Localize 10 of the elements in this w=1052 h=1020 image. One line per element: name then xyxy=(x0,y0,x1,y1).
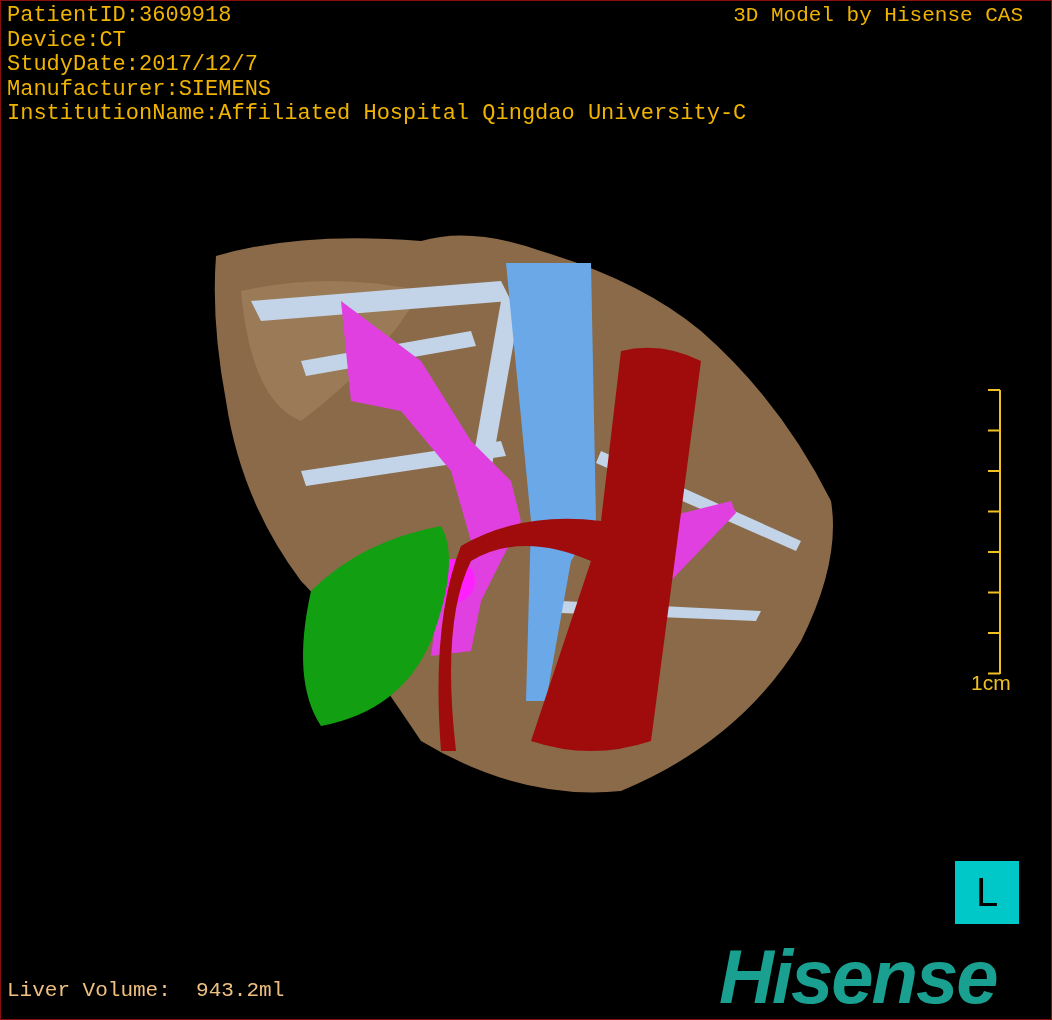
patient-info-text: StudyDate:2017/12/7 xyxy=(7,53,258,78)
model-title: 3D Model by Hisense CAS xyxy=(733,4,1023,28)
patient-info-text: Manufacturer:SIEMENS xyxy=(7,77,272,102)
logo: Hisense xyxy=(719,937,997,1017)
patient-info-text: PatientID:3609918 xyxy=(7,4,232,29)
orientation-marker: L xyxy=(955,861,1019,924)
liver-volume-text: Liver Volume: 943.2ml xyxy=(7,979,285,1002)
patient-info-text: InstitutionName:Affiliated Hospital Qingdao University-C xyxy=(7,102,747,127)
scale-label: 1cm xyxy=(971,671,1011,695)
patient-info-text: Device:CT xyxy=(7,28,126,53)
